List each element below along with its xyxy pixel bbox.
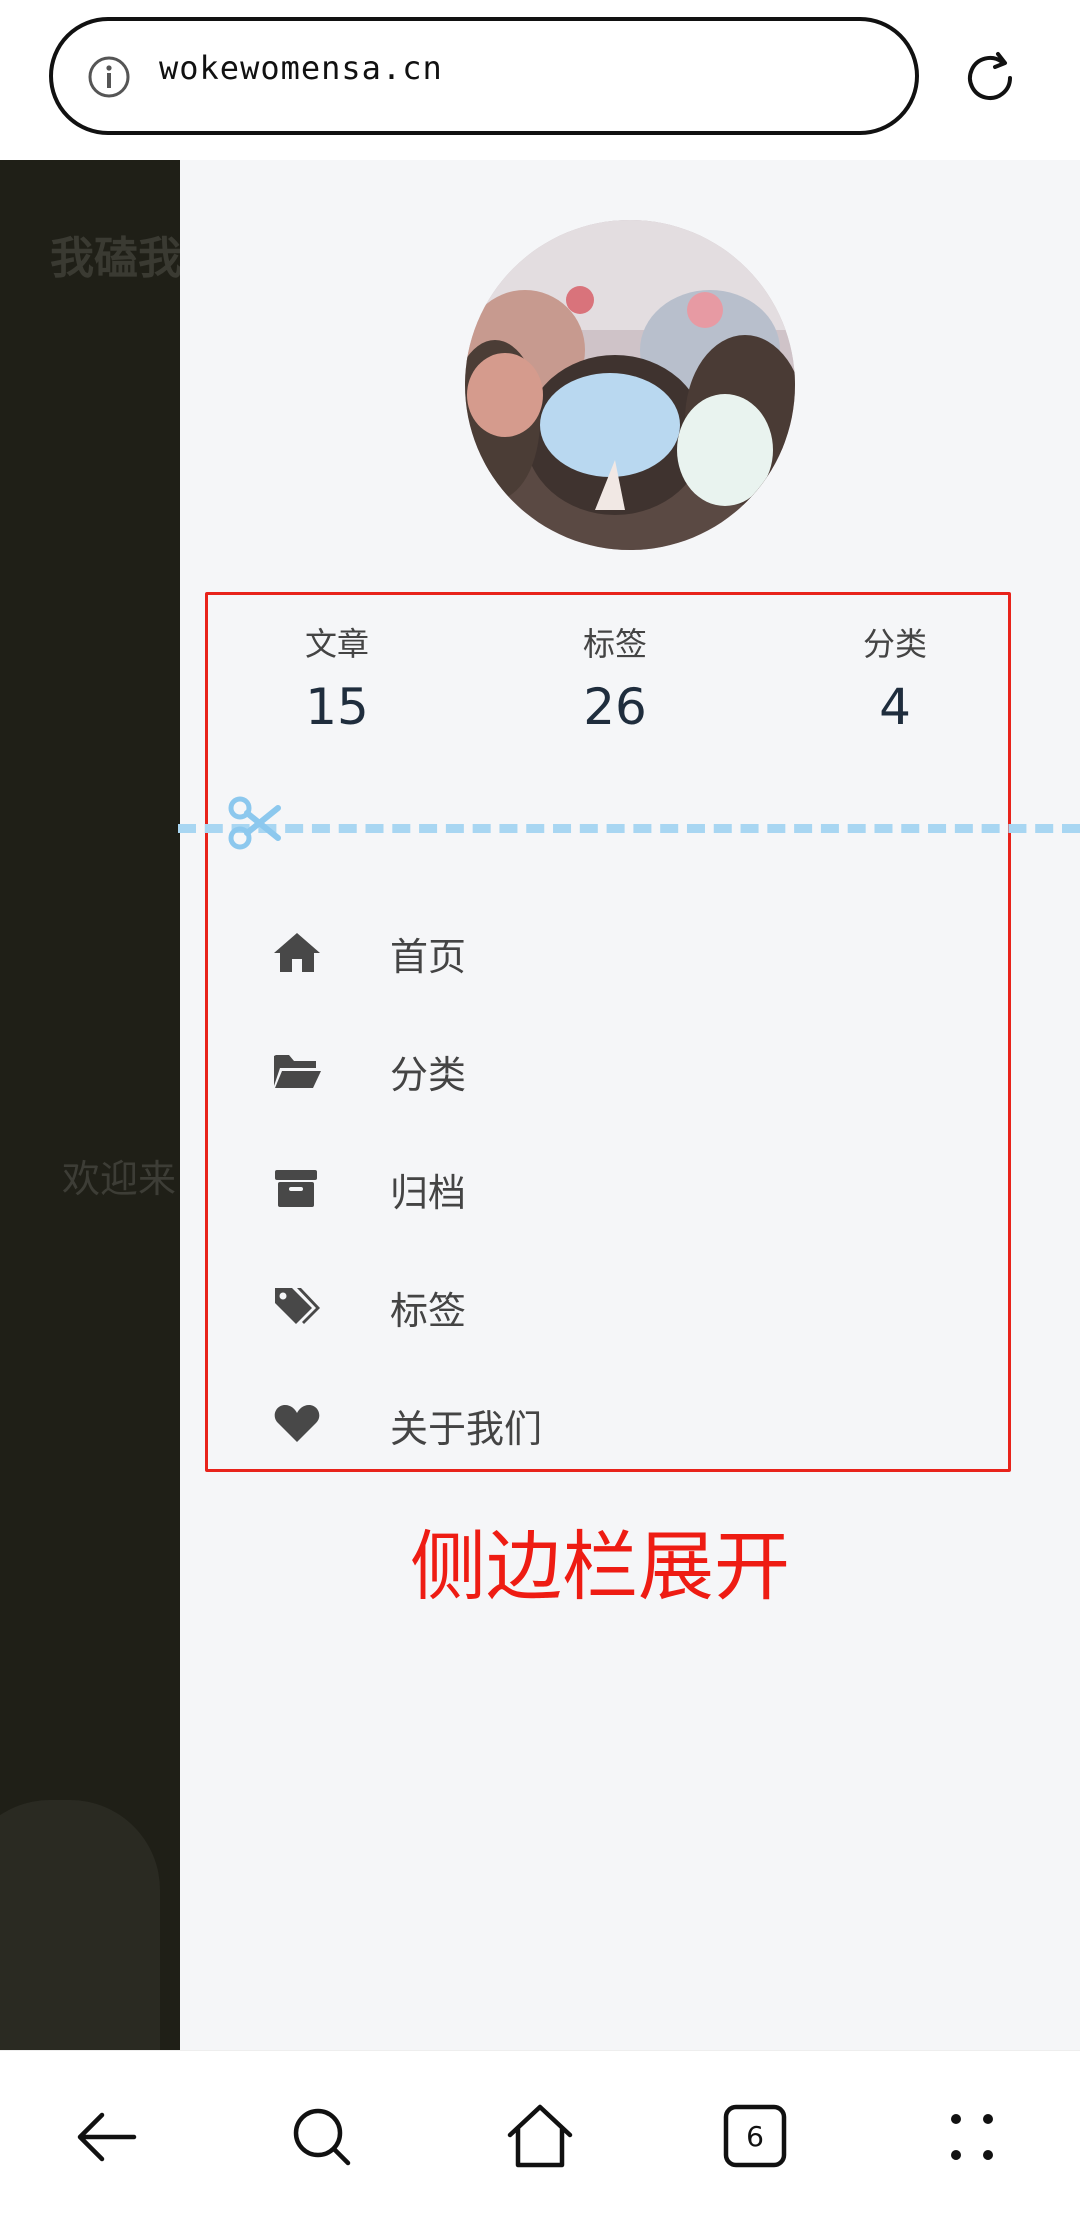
background-page-title: 我磕我	[50, 233, 180, 284]
home-icon	[274, 933, 320, 972]
heart-icon	[274, 1405, 320, 1442]
avatar-photo	[465, 220, 795, 550]
sidebar-item-label: 关于我们	[390, 1407, 543, 1451]
tags-icon	[275, 1288, 320, 1324]
search-icon[interactable]	[282, 2097, 362, 2177]
address-bar[interactable]: wokewomensa.cn	[49, 17, 919, 135]
background-welcome-text: 欢迎来	[62, 1157, 177, 1201]
stat-label: 文章	[304, 625, 369, 663]
annotation-caption: 侧边栏展开	[410, 1522, 790, 1611]
stat-tags[interactable]: 标签 26	[535, 622, 695, 742]
tab-count: 6	[746, 2120, 764, 2153]
folder-open-icon	[274, 1055, 321, 1088]
stat-value: 4	[879, 678, 911, 736]
background-figure	[0, 1800, 160, 2050]
sidebar-item-tags[interactable]: 标签	[272, 1266, 772, 1346]
more-menu-icon[interactable]	[932, 2097, 1012, 2177]
sidebar-item-label: 归档	[390, 1171, 467, 1215]
sidebar-item-label: 分类	[390, 1053, 467, 1097]
sidebar-item-about[interactable]: 关于我们	[272, 1384, 772, 1464]
home-nav-icon[interactable]	[500, 2097, 580, 2177]
divider	[178, 824, 1080, 833]
sidebar-item-archive[interactable]: 归档	[272, 1148, 772, 1228]
info-icon[interactable]	[87, 55, 131, 99]
sidebar-item-label: 首页	[390, 935, 467, 979]
stat-label: 分类	[862, 625, 927, 663]
scissors-icon	[228, 796, 281, 850]
page-overlay[interactable]: 我磕我 欢迎来	[0, 160, 180, 2050]
sidebar-item-categories[interactable]: 分类	[272, 1030, 772, 1110]
stat-articles[interactable]: 文章 15	[257, 622, 417, 742]
url-text[interactable]: wokewomensa.cn	[159, 49, 443, 87]
tabs-icon[interactable]: 6	[716, 2097, 796, 2177]
stat-value: 26	[583, 678, 647, 736]
sidebar-item-label: 标签	[390, 1289, 467, 1333]
stat-label: 标签	[582, 625, 647, 663]
archive-icon	[275, 1170, 317, 1207]
sidebar-drawer: 文章 15 标签 26 分类 4 首页 分类 归档 标签 关于我们 侧边栏展开	[178, 160, 1080, 2050]
stat-value: 15	[305, 678, 369, 736]
avatar[interactable]	[465, 220, 795, 550]
back-arrow-icon[interactable]	[68, 2097, 148, 2177]
browser-bottom-nav: 6	[0, 2050, 1080, 2220]
reload-icon[interactable]	[958, 46, 1022, 110]
stat-categories[interactable]: 分类 4	[815, 622, 975, 742]
browser-toolbar: wokewomensa.cn	[0, 0, 1080, 160]
sidebar-item-home[interactable]: 首页	[272, 912, 772, 992]
